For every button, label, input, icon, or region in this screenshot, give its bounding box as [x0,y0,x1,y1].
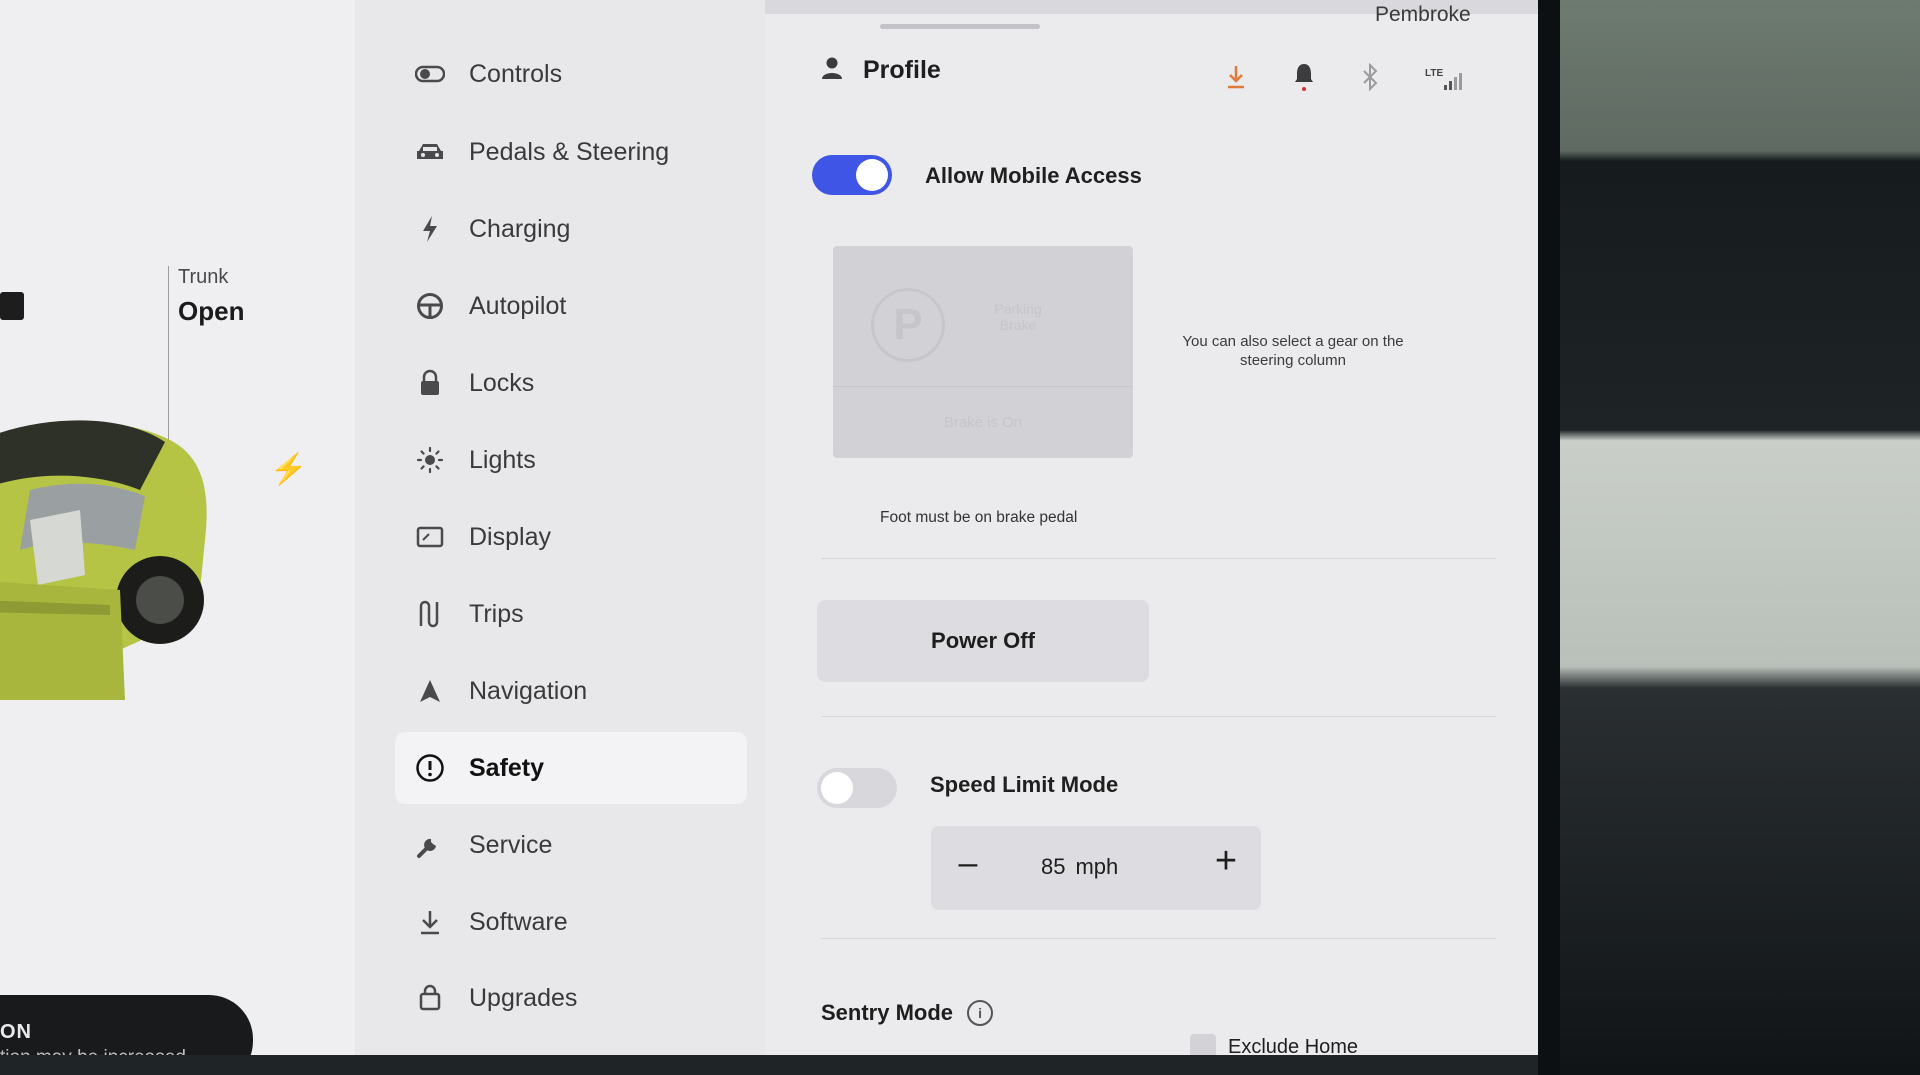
notification-bell-icon[interactable] [1293,62,1315,97]
parking-brake-label: Parking Brake [994,301,1042,333]
speed-limit-mode-toggle[interactable] [817,768,897,808]
allow-mobile-access-toggle[interactable] [812,155,892,195]
wrench-icon [413,828,447,862]
speed-unit: mph [1075,854,1119,879]
car-icon [413,135,447,169]
car-panel: Trunk Open ⚡ ON tion may be increased [0,0,355,1055]
car-image [0,420,207,700]
gear-selection-note: You can also select a gear on the steeri… [1182,333,1404,369]
menu-label: Service [469,830,553,859]
trunk-open-button[interactable]: Open [178,296,244,327]
increase-speed-button[interactable]: + [1203,840,1249,883]
settings-menu: Controls Pedals & Steering Charging Auto… [355,0,765,1055]
profile-label: Profile [863,56,941,84]
speed-limit-value-display: 85 mph [1041,854,1118,880]
safety-settings-panel: Pembroke Profile LTE Allow Mobile Access… [765,0,1545,1055]
park-symbol: P [871,288,945,362]
lte-label: LTE [1425,67,1444,79]
menu-item-pedals-steering[interactable]: Pedals & Steering [395,116,747,188]
touchscreen: Trunk Open ⚡ ON tion may be increased Co… [0,0,1545,1055]
toggle-knob [856,159,888,191]
menu-label: Lights [469,445,536,474]
notice-text: tion may be increased [0,1047,186,1055]
menu-item-locks[interactable]: Locks [395,347,747,419]
lte-signal-icon: LTE [1425,67,1465,91]
navigation-arrow-icon [413,674,447,708]
speed-limit-stepper: – 85 mph + [931,826,1261,910]
bag-icon [413,981,447,1015]
speed-value: 85 [1041,854,1066,879]
allow-mobile-access-label: Allow Mobile Access [925,163,1142,188]
steering-wheel-icon [413,289,447,323]
menu-label: Display [469,522,551,551]
frunk-lock-icon[interactable] [0,292,24,320]
exclude-home-checkbox[interactable] [1190,1034,1216,1055]
menu-label: Charging [469,214,571,243]
menu-label: Autopilot [469,291,567,320]
menu-item-controls[interactable]: Controls [395,38,747,110]
toggle-icon [413,57,447,91]
menu-label: Safety [469,753,545,782]
info-icon[interactable]: i [967,1000,994,1026]
menu-item-lights[interactable]: Lights [395,424,747,496]
map-location-label: Pembroke [1375,3,1471,26]
menu-item-upgrades[interactable]: Upgrades [395,962,747,1034]
drag-handle[interactable] [880,24,1040,29]
brake-status-label: Brake is On [943,414,1023,431]
menu-item-trips[interactable]: Trips [395,578,747,650]
power-off-button[interactable]: Power Off [817,600,1149,682]
notice-title: ON [0,1021,32,1043]
lightning-icon [413,212,447,246]
menu-item-charging[interactable]: Charging [395,193,747,265]
exclude-home-option[interactable]: Exclude Home [1190,1034,1358,1055]
menu-label: Upgrades [469,983,578,1012]
menu-label: Locks [469,368,535,397]
brake-divider [833,386,1133,387]
menu-label: Controls [469,59,563,88]
lock-icon [413,366,447,400]
bluetooth-icon[interactable] [1361,62,1379,96]
menu-item-software[interactable]: Software [395,886,747,958]
menu-label: Navigation [469,676,588,705]
trips-icon [413,597,447,631]
software-update-download-icon[interactable] [1225,64,1247,95]
menu-item-autopilot[interactable]: Autopilot [395,270,747,342]
sentry-mode-label: Sentry Mode [821,1000,954,1025]
menu-item-display[interactable]: Display [395,501,747,573]
section-divider [821,716,1496,717]
section-divider [821,938,1496,939]
section-divider [821,558,1496,559]
parking-brake-button[interactable]: P Parking Brake Brake is On [833,246,1133,458]
menu-label: Software [469,907,568,936]
cabin-background [1560,0,1920,1075]
person-icon [821,56,843,85]
alert-circle-icon [413,751,447,785]
charge-port-lightning-icon[interactable]: ⚡ [270,452,307,487]
profile-button[interactable]: Profile [821,56,941,85]
sun-icon [413,443,447,477]
menu-item-navigation[interactable]: Navigation [395,655,747,727]
menu-item-safety[interactable]: Safety [395,732,747,804]
download-icon [413,905,447,939]
brake-pedal-note: Foot must be on brake pedal [880,509,1078,526]
decrease-speed-button[interactable]: – [945,844,991,883]
toggle-knob [821,772,853,804]
status-bar: LTE [1225,62,1465,97]
notice-banner: ON tion may be increased [0,995,253,1055]
menu-item-service[interactable]: Service [395,809,747,881]
sentry-mode-heading: Sentry Mode i [821,1000,994,1026]
exclude-home-label: Exclude Home [1228,1035,1359,1056]
menu-label: Trips [469,599,524,628]
trunk-label: Trunk [178,266,229,288]
display-icon [413,520,447,554]
speed-limit-mode-label: Speed Limit Mode [930,772,1119,797]
menu-label: Pedals & Steering [469,137,670,166]
